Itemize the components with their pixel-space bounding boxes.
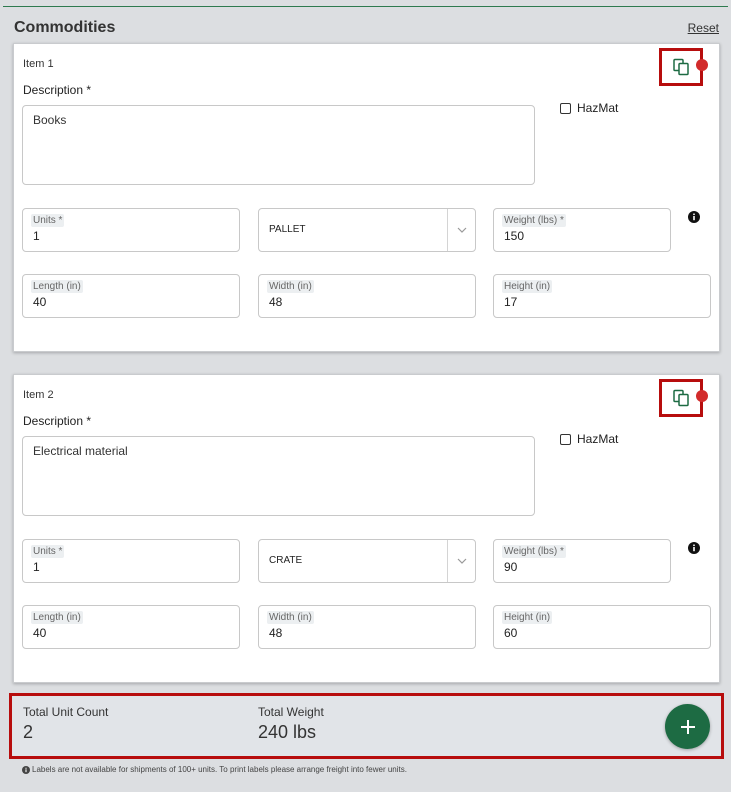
- item-title: Item 2: [23, 389, 54, 401]
- units-field[interactable]: Units * 1: [22, 539, 240, 583]
- top-divider: [3, 6, 728, 7]
- height-value: 17: [504, 295, 518, 309]
- width-field[interactable]: Width (in) 48: [258, 605, 476, 649]
- units-value: 1: [33, 560, 40, 574]
- width-label: Width (in): [267, 280, 314, 293]
- weight-field[interactable]: Weight (lbs) * 90: [493, 539, 671, 583]
- description-textarea[interactable]: Books: [22, 105, 535, 185]
- weight-value: 150: [504, 229, 525, 243]
- totals-bar: Total Unit Count 2 Total Weight 240 lbs: [9, 693, 724, 759]
- height-field[interactable]: Height (in) 17: [493, 274, 711, 318]
- copy-icon: [673, 58, 689, 76]
- hazmat-checkbox[interactable]: [560, 102, 571, 114]
- package-type-select[interactable]: PALLET: [258, 208, 476, 252]
- copy-icon: [673, 389, 689, 407]
- weight-field[interactable]: Weight (lbs) * 150: [493, 208, 671, 252]
- hazmat-label: HazMat: [577, 432, 619, 446]
- reset-link[interactable]: Reset: [688, 21, 719, 35]
- dropdown-toggle[interactable]: [447, 540, 475, 582]
- hazmat-label: HazMat: [577, 101, 619, 115]
- status-dot: [696, 59, 708, 71]
- length-label: Length (in): [31, 611, 83, 624]
- hazmat-checkbox[interactable]: [560, 433, 571, 445]
- total-unit-count-value: 2: [23, 722, 34, 742]
- description-label: Description *: [23, 83, 92, 97]
- commodity-item-card: Item 1 Description * Books HazMat Units …: [13, 43, 720, 352]
- weight-value: 90: [504, 560, 518, 574]
- units-field[interactable]: Units * 1: [22, 208, 240, 252]
- total-weight-value: 240 lbs: [258, 722, 317, 742]
- dropdown-toggle[interactable]: [447, 209, 475, 251]
- description-label: Description *: [23, 414, 92, 428]
- width-value: 48: [269, 295, 283, 309]
- package-type-select[interactable]: CRATE: [258, 539, 476, 583]
- page-title: Commodities: [14, 19, 116, 36]
- weight-label: Weight (lbs) *: [502, 545, 566, 558]
- add-item-button[interactable]: [665, 704, 710, 749]
- chevron-down-icon: [457, 227, 466, 233]
- units-label: Units *: [31, 214, 65, 227]
- package-type-value: CRATE: [269, 555, 303, 566]
- item-title: Item 1: [23, 58, 54, 70]
- plus-icon: [680, 719, 695, 734]
- package-type-value: PALLET: [269, 224, 306, 235]
- total-weight-label: Total Weight: [258, 705, 324, 719]
- length-value: 40: [33, 295, 47, 309]
- info-icon[interactable]: [688, 211, 700, 223]
- length-value: 40: [33, 626, 47, 640]
- height-field[interactable]: Height (in) 60: [493, 605, 711, 649]
- height-value: 60: [504, 626, 518, 640]
- chevron-down-icon: [457, 558, 466, 564]
- commodity-item-card: Item 2 Description * Electrical material…: [13, 374, 720, 683]
- units-label: Units *: [31, 545, 65, 558]
- width-value: 48: [269, 626, 283, 640]
- length-field[interactable]: Length (in) 40: [22, 605, 240, 649]
- description-textarea[interactable]: Electrical material: [22, 436, 535, 516]
- units-value: 1: [33, 229, 40, 243]
- footer-note-text: Labels are not available for shipments o…: [32, 765, 407, 774]
- info-icon: [22, 765, 30, 774]
- hazmat-checkbox-group[interactable]: HazMat: [560, 101, 618, 115]
- width-label: Width (in): [267, 611, 314, 624]
- length-label: Length (in): [31, 280, 83, 293]
- width-field[interactable]: Width (in) 48: [258, 274, 476, 318]
- height-label: Height (in): [502, 611, 553, 624]
- info-icon[interactable]: [688, 542, 700, 554]
- commodities-header: Commodities Reset: [14, 18, 719, 40]
- total-unit-count-label: Total Unit Count: [23, 705, 109, 719]
- status-dot: [696, 390, 708, 402]
- weight-label: Weight (lbs) *: [502, 214, 566, 227]
- hazmat-checkbox-group[interactable]: HazMat: [560, 432, 618, 446]
- height-label: Height (in): [502, 280, 553, 293]
- footer-note: Labels are not available for shipments o…: [22, 765, 407, 774]
- length-field[interactable]: Length (in) 40: [22, 274, 240, 318]
